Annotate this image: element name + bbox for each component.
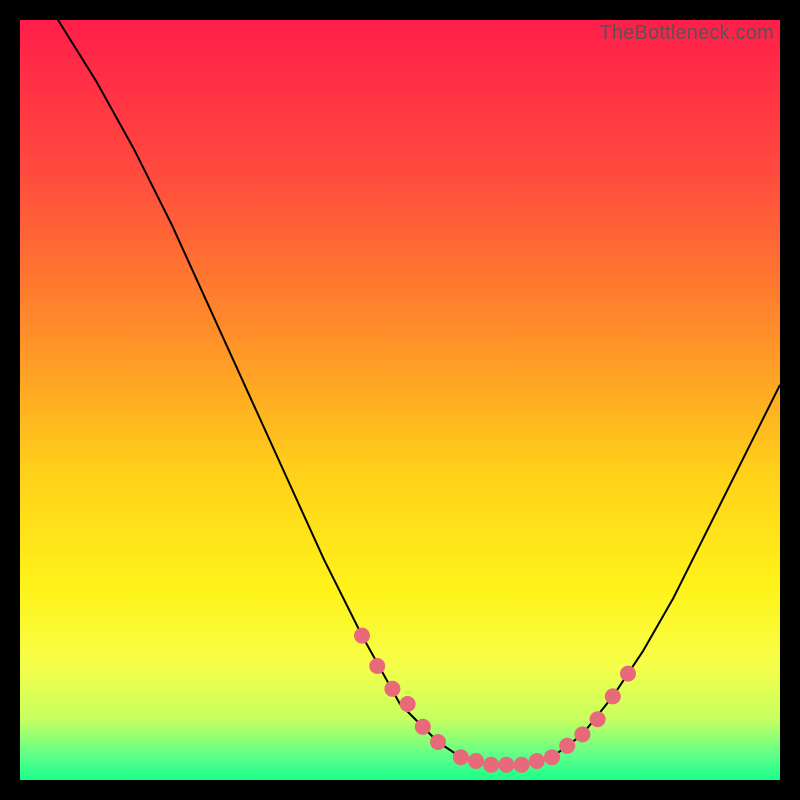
data-dot [483, 757, 499, 773]
data-dot [354, 628, 370, 644]
gradient-background [20, 20, 780, 780]
data-dot [415, 719, 431, 735]
data-dot [574, 726, 590, 742]
data-dot [620, 666, 636, 682]
data-dot [514, 757, 530, 773]
data-dot [453, 749, 469, 765]
bottleneck-chart [20, 20, 780, 780]
data-dot [498, 757, 514, 773]
data-dot [544, 749, 560, 765]
data-dot [468, 753, 484, 769]
data-dot [430, 734, 446, 750]
data-dot [384, 681, 400, 697]
data-dot [590, 711, 606, 727]
data-dot [559, 738, 575, 754]
data-dot [369, 658, 385, 674]
watermark-text: TheBottleneck.com [599, 22, 774, 45]
data-dot [529, 753, 545, 769]
chart-frame: TheBottleneck.com [20, 20, 780, 780]
data-dot [400, 696, 416, 712]
data-dot [605, 688, 621, 704]
